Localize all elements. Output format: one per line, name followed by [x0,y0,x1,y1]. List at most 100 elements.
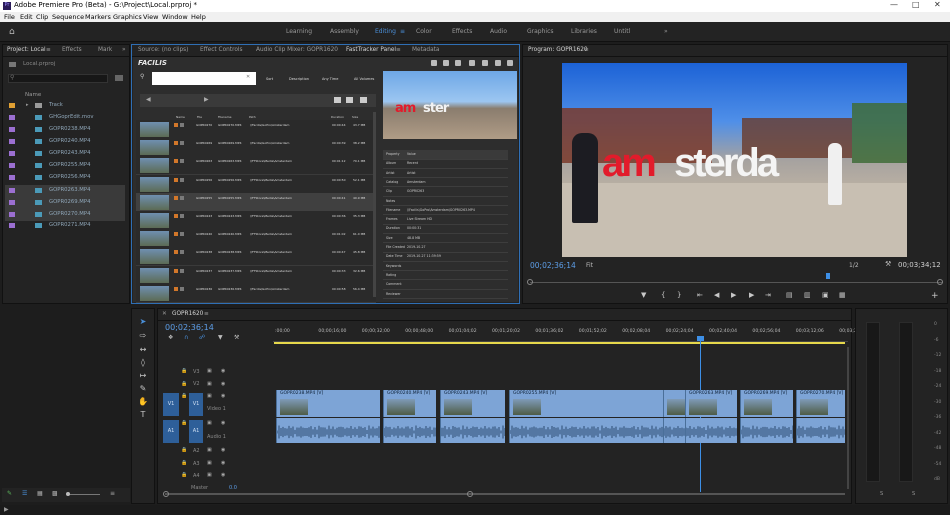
lift-icon[interactable]: ▤ [786,291,793,299]
video-clip[interactable]: GOPR0240.MP4 [V] [383,390,436,417]
track-a1-source-button[interactable]: A1 [163,420,179,443]
menu-edit[interactable]: Edit [20,13,33,21]
ft-tool-button[interactable] [495,60,501,66]
solo-right-button[interactable]: S [912,491,915,497]
ft-result-row[interactable]: GOPR0240 GOPR0240.MP4 \\FTStore\Media\Amst… [136,229,376,249]
tab-program[interactable]: Program: GOPR1620 [528,47,588,53]
list-item[interactable]: GOPR0255.MP4 [9,162,125,170]
tab-effects[interactable]: Effects [62,47,82,53]
track-v1-source-button[interactable]: V1 [163,393,179,416]
audio-clip[interactable] [796,418,845,443]
ft-next-button[interactable]: ▶ [204,96,209,103]
column-header-name[interactable]: Name [25,92,41,98]
lock-icon[interactable]: 🔒 [181,393,187,399]
workspace-libraries[interactable]: Libraries [571,28,597,35]
list-item[interactable]: GHGoprEdit.mov [9,114,125,122]
master-volume[interactable]: 0.0 [229,485,237,491]
list-item-track[interactable]: ▸ Track [9,102,125,110]
ft-result-row[interactable]: GOPR0238 GOPR0238.MP4 \\FTStore\Media\Amst… [136,247,376,267]
track-a4-label[interactable]: A4 [193,473,200,479]
property-row[interactable]: Size 48.8 MB [383,234,508,244]
pencil-icon[interactable]: ✎ [7,490,12,497]
list-item[interactable]: GOPR0270.MP4 [5,209,125,221]
mark-out-icon[interactable]: } [677,291,681,299]
timeline-timecode[interactable]: 00;02;36;14 [165,323,214,332]
pen-tool-icon[interactable]: ✎ [138,384,148,394]
ripple-edit-tool-icon[interactable]: ↔ [138,345,148,355]
fasttracker-menu-icon[interactable]: ≡ [396,47,401,53]
chevron-right-icon[interactable]: ▸ [26,102,29,108]
workspace-menu-icon[interactable]: ≡ [400,28,405,35]
list-item[interactable]: GOPR0238.MP4 [9,126,125,134]
tab-audio-clip-mixer[interactable]: Audio Clip Mixer: GOPR1620 [256,47,338,53]
export-frame-icon[interactable]: ▣ [822,291,829,299]
toggle-output-icon[interactable]: ◉ [221,393,225,399]
timeline-vscroll[interactable] [847,347,849,489]
tab-fasttracker-panel[interactable]: FastTracker Panel [346,47,396,53]
ft-preview[interactable]: am ster [383,71,517,139]
video-clip[interactable]: GOPR0243.MP4 [V] [440,390,505,417]
workspace-color[interactable]: Color [416,28,432,35]
toggle-output-icon[interactable]: ◉ [221,368,225,374]
program-menu-icon[interactable]: ≡ [584,47,589,53]
track-a3-label[interactable]: A3 [193,461,200,467]
panel-overflow-icon[interactable]: » [122,47,126,53]
clear-search-icon[interactable]: ✕ [246,74,250,80]
menu-markers[interactable]: Markers [85,13,111,21]
mark-in-icon[interactable]: { [661,291,665,299]
close-sequence-icon[interactable]: ✕ [162,311,167,317]
workspace-untitled[interactable]: Untitl [614,28,630,35]
nest-icon[interactable]: ❖ [168,334,173,341]
close-button[interactable]: ✕ [934,0,941,9]
property-row[interactable]: Keywords [383,262,508,272]
lock-icon[interactable]: 🔒 [181,381,187,387]
track-v3-label[interactable]: V3 [193,369,200,375]
tab-markers[interactable]: Mark [98,47,112,53]
ft-scrollbar[interactable] [373,112,376,297]
video-clip[interactable]: GOPR0269.MP4 [V] [740,390,793,417]
track-a2-label[interactable]: A2 [193,448,200,454]
add-marker-icon[interactable]: ▼ [641,291,646,299]
sync-lock-icon[interactable]: ▣ [207,381,212,387]
tab-source[interactable]: Source: (no clips) [138,47,188,53]
program-playhead[interactable] [826,273,830,279]
audio-clip[interactable] [440,418,505,443]
sync-lock-icon[interactable]: ▣ [207,472,212,478]
video-clip[interactable]: GOPR0255.MP4 [V] [509,390,663,417]
play-icon[interactable]: ▶ [731,291,736,299]
list-item[interactable]: GOPR0271.MP4 [9,222,125,230]
linked-selection-icon[interactable]: ☍ [199,334,205,341]
menu-window[interactable]: Window [162,13,188,21]
ft-result-row[interactable]: GOPR0255 GOPR0255.MP4 \\FTStore\Media\Amst… [136,192,376,212]
menu-file[interactable]: File [4,13,15,21]
sort-icons-icon[interactable]: ≡ [110,490,115,497]
workspace-overflow-icon[interactable]: » [664,28,668,35]
extract-icon[interactable]: ▥ [804,291,811,299]
program-scrub-bar[interactable] [530,282,942,283]
snap-icon[interactable]: ∩ [184,334,188,341]
go-to-out-icon[interactable]: ⇥ [765,291,771,299]
type-tool-icon[interactable]: T [138,410,148,420]
ft-view-button[interactable] [346,97,353,103]
icon-view-icon[interactable]: ▦ [37,490,43,497]
menu-view[interactable]: View [143,13,158,21]
step-back-icon[interactable]: ◀ [714,291,719,299]
tab-sequence[interactable]: GOPR1620 [172,311,203,317]
go-to-in-icon[interactable]: ⇤ [697,291,703,299]
ft-result-row[interactable]: GOPR0237 GOPR0237.MP4 \\FTStore\Media\Amst… [136,265,376,285]
ft-view-button[interactable] [334,97,341,103]
ft-description-dropdown[interactable]: Description [289,77,309,81]
hand-tool-icon[interactable]: ✋ [138,397,148,407]
ft-result-row[interactable]: GOPR0243 GOPR0243.MP4 \\FTStore\Media\Amst… [136,211,376,230]
audio-clip[interactable] [276,418,380,443]
property-row[interactable]: Notes [383,197,508,206]
list-item[interactable]: GOPR0256.MP4 [9,174,125,182]
sync-lock-icon[interactable]: ▣ [207,420,212,426]
track-v2-label[interactable]: V2 [193,381,200,387]
property-row[interactable]: Clip GOPR0263 [383,187,508,197]
tab-project[interactable]: Project: Local [7,47,46,53]
slip-tool-icon[interactable]: ↦ [138,371,148,381]
ft-search-box[interactable] [152,72,256,85]
list-item[interactable]: GOPR0243.MP4 [9,150,125,158]
property-row[interactable]: Reviewer [383,290,508,299]
